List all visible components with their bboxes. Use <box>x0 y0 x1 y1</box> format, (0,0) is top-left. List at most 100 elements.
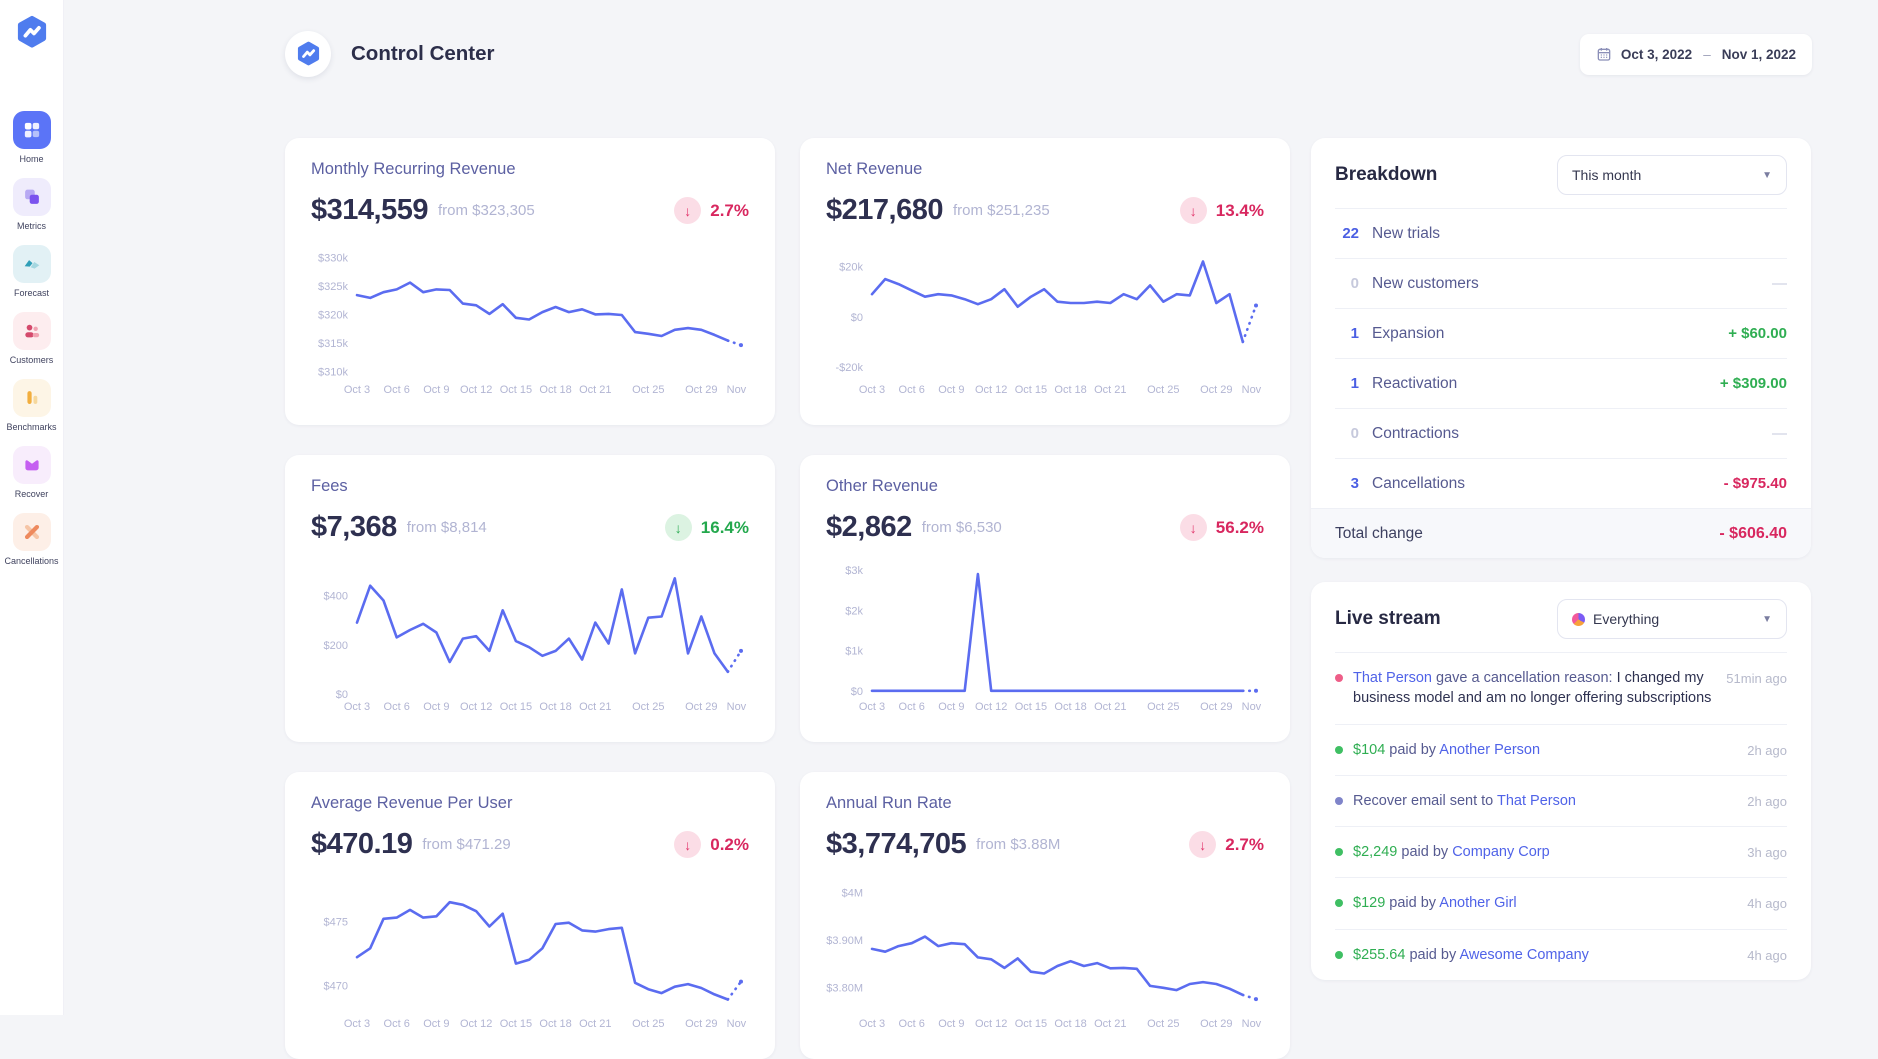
metric-previous-value: from $251,235 <box>953 202 1050 219</box>
event-time: 2h ago <box>1747 740 1787 760</box>
breakdown-label: Reactivation <box>1372 375 1457 393</box>
customer-link[interactable]: That Person <box>1353 670 1432 686</box>
metric-cards-grid: Monthly Recurring Revenue $314,559 from … <box>285 138 1290 1059</box>
customer-link[interactable]: Another Person <box>1439 742 1540 758</box>
breakdown-title: Breakdown <box>1335 164 1437 186</box>
x-axis-tick: Oct 15 <box>1015 384 1047 396</box>
x-axis-tick: Nov 1 <box>727 1018 749 1030</box>
event-text: Recover email sent to <box>1353 793 1497 809</box>
event-text: $129 <box>1353 895 1385 911</box>
x-axis-tick: Oct 6 <box>384 384 410 396</box>
metric-delta-badge: ↓ 13.4% <box>1180 197 1264 224</box>
line-chart-svg: $475$470Oct 3Oct 6Oct 9Oct 12Oct 15Oct 1… <box>311 873 749 1031</box>
x-axis-tick: Oct 25 <box>1147 1018 1179 1030</box>
event-description: $2,249 paid by Company Corp <box>1353 842 1733 862</box>
arrow-down-icon: ↓ <box>1180 514 1207 541</box>
sidebar-item-metrics[interactable]: Metrics <box>0 178 63 231</box>
y-axis-tick: $310k <box>318 366 348 378</box>
x-axis-tick: Oct 18 <box>1054 384 1086 396</box>
metric-value: $314,559 <box>311 194 428 227</box>
x-axis-tick: Oct 25 <box>632 1018 664 1030</box>
event-time: 4h ago <box>1747 945 1787 965</box>
event-text: paid by <box>1405 947 1459 963</box>
y-axis-tick: $320k <box>318 309 348 321</box>
x-axis-tick: Oct 21 <box>1094 1018 1126 1030</box>
metric-delta-badge: ↓ 56.2% <box>1180 514 1264 541</box>
livestream-filter-dropdown[interactable]: Everything ▼ <box>1557 599 1787 639</box>
y-axis-tick: $3k <box>845 565 863 577</box>
customer-link[interactable]: That Person <box>1497 793 1576 809</box>
date-range-picker[interactable]: Oct 3, 2022 – Nov 1, 2022 <box>1580 34 1812 75</box>
main-content: Control Center Oct 3, 2022 – Nov 1, 2022… <box>64 0 1878 1015</box>
y-axis-tick: $200 <box>324 640 348 652</box>
line-chart-svg: $330k$325k$320k$315k$310kOct 3Oct 6Oct 9… <box>311 239 749 397</box>
total-change-value: - $606.40 <box>1719 525 1787 543</box>
breakdown-amount: + $309.00 <box>1720 375 1787 392</box>
x-axis-tick: Oct 25 <box>632 701 664 713</box>
x-axis-tick: Oct 15 <box>1015 701 1047 713</box>
sidebar-item-forecast[interactable]: Forecast <box>0 245 63 298</box>
x-axis-tick: Oct 21 <box>1094 384 1126 396</box>
breakdown-label: New customers <box>1372 275 1479 293</box>
customer-link[interactable]: Awesome Company <box>1459 947 1589 963</box>
y-axis-tick: $0 <box>851 312 863 324</box>
y-axis-tick: $1k <box>845 646 863 658</box>
arrow-down-icon: ↓ <box>674 831 701 858</box>
breakdown-row-new-customers: 0 New customers — <box>1335 258 1787 308</box>
home-icon <box>13 111 51 149</box>
x-axis-tick: Oct 3 <box>859 701 885 713</box>
x-axis-tick: Nov 1 <box>1242 701 1264 713</box>
livestream-panel: Live stream Everything ▼ That Person gav… <box>1311 582 1811 980</box>
y-axis-tick: $325k <box>318 281 348 293</box>
event-text: paid by <box>1385 742 1439 758</box>
sidebar-item-customers[interactable]: Customers <box>0 312 63 365</box>
event-dot-icon <box>1335 674 1343 682</box>
breakdown-period-value: This month <box>1572 167 1641 183</box>
breakdown-count: 3 <box>1335 475 1359 492</box>
arrow-down-icon: ↓ <box>665 514 692 541</box>
breakdown-period-dropdown[interactable]: This month ▼ <box>1557 155 1787 195</box>
event-text: $2,249 <box>1353 844 1397 860</box>
x-axis-tick: Oct 3 <box>344 1018 370 1030</box>
sidebar-item-cancellations[interactable]: Cancellations <box>0 513 63 566</box>
livestream-item: $255.64 paid by Awesome Company 4h ago <box>1335 929 1787 980</box>
sidebar-item-label: Forecast <box>14 288 49 298</box>
sidebar-item-recover[interactable]: Recover <box>0 446 63 499</box>
sidebar-item-benchmarks[interactable]: Benchmarks <box>0 379 63 432</box>
x-axis-tick: Oct 15 <box>500 384 532 396</box>
y-axis-tick: $315k <box>318 338 348 350</box>
x-axis-tick: Oct 25 <box>632 384 664 396</box>
line-chart-svg: $20k$0-$20kOct 3Oct 6Oct 9Oct 12Oct 15Oc… <box>826 239 1264 397</box>
metric-title: Monthly Recurring Revenue <box>311 160 749 179</box>
app-logo-icon[interactable] <box>14 15 50 51</box>
x-axis-tick: Oct 15 <box>500 1018 532 1030</box>
breakdown-amount: - $975.40 <box>1724 475 1787 492</box>
breakdown-row-new-trials: 22 New trials <box>1335 208 1787 258</box>
metric-value: $2,862 <box>826 511 912 544</box>
customers-icon <box>13 312 51 350</box>
metric-previous-value: from $323,305 <box>438 202 535 219</box>
sidebar-item-home[interactable]: Home <box>0 111 63 164</box>
event-dot-icon <box>1335 899 1343 907</box>
recover-icon <box>13 446 51 484</box>
x-axis-tick: Oct 6 <box>899 701 925 713</box>
date-range-start: Oct 3, 2022 <box>1621 47 1692 62</box>
breakdown-count: 1 <box>1335 375 1359 392</box>
page-title: Control Center <box>351 42 495 66</box>
breakdown-label: Expansion <box>1372 325 1444 343</box>
breakdown-amount: — <box>1772 275 1787 292</box>
total-change-label: Total change <box>1335 525 1423 543</box>
breakdown-row-reactivation: 1 Reactivation + $309.00 <box>1335 358 1787 408</box>
x-axis-tick: Oct 12 <box>975 384 1007 396</box>
metric-title: Annual Run Rate <box>826 794 1264 813</box>
x-axis-tick: Oct 3 <box>859 384 885 396</box>
customer-link[interactable]: Another Girl <box>1439 895 1516 911</box>
event-text: $104 <box>1353 742 1385 758</box>
sidebar-item-label: Home <box>19 154 43 164</box>
metric-title: Net Revenue <box>826 160 1264 179</box>
y-axis-tick: $400 <box>324 591 348 603</box>
x-axis-tick: Oct 9 <box>938 384 964 396</box>
x-axis-tick: Oct 25 <box>1147 384 1179 396</box>
total-change-row: Total change - $606.40 <box>1311 508 1811 558</box>
customer-link[interactable]: Company Corp <box>1452 844 1550 860</box>
